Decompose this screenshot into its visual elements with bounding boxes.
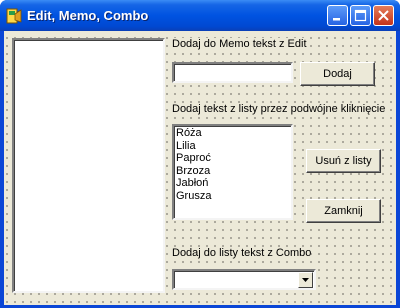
listbox-item[interactable]: Jabłoń: [176, 177, 211, 190]
listbox-item[interactable]: Róża: [176, 127, 211, 140]
combo-dropdown-button[interactable]: [298, 272, 313, 288]
main-window: Edit, Memo, Combo Dodaj do Memo tekst z …: [0, 0, 400, 308]
title-bar[interactable]: Edit, Memo, Combo: [0, 0, 400, 31]
listbox-item[interactable]: Grusza: [176, 190, 211, 203]
plants-listbox[interactable]: Róża Lilia Paproć Brzoza Jabłoń Grusza: [172, 124, 293, 220]
plants-combobox[interactable]: [172, 269, 316, 290]
minimize-button[interactable]: [327, 5, 348, 26]
add-button[interactable]: Dodaj: [300, 62, 375, 86]
close-icon: [378, 10, 389, 21]
minimize-icon: [333, 18, 340, 21]
memo-textarea[interactable]: [12, 38, 165, 293]
listbox-items: Róża Lilia Paproć Brzoza Jabłoń Grusza: [176, 127, 211, 202]
listbox-item[interactable]: Brzoza: [176, 165, 211, 178]
memo-prompt-label: Dodaj do Memo tekst z Edit: [172, 38, 307, 51]
chevron-down-icon: [302, 278, 309, 282]
combo-prompt-label: Dodaj do listy tekst z Combo: [172, 247, 312, 260]
window-title: Edit, Memo, Combo: [27, 8, 149, 23]
close-window-button[interactable]: [373, 5, 394, 26]
listbox-item[interactable]: Lilia: [176, 140, 211, 153]
close-button[interactable]: Zamknij: [306, 199, 381, 223]
maximize-button[interactable]: [350, 5, 371, 26]
remove-from-list-button[interactable]: Usuń z listy: [306, 149, 381, 173]
maximize-icon: [354, 9, 367, 22]
listbox-prompt-label: Dodaj tekst z listy przez podwójne klikn…: [172, 103, 386, 116]
listbox-item[interactable]: Paproć: [176, 152, 211, 165]
form-client-area: Dodaj do Memo tekst z Edit Dodaj Dodaj t…: [4, 31, 396, 305]
edit-input[interactable]: [172, 62, 293, 83]
app-icon[interactable]: [6, 8, 22, 24]
